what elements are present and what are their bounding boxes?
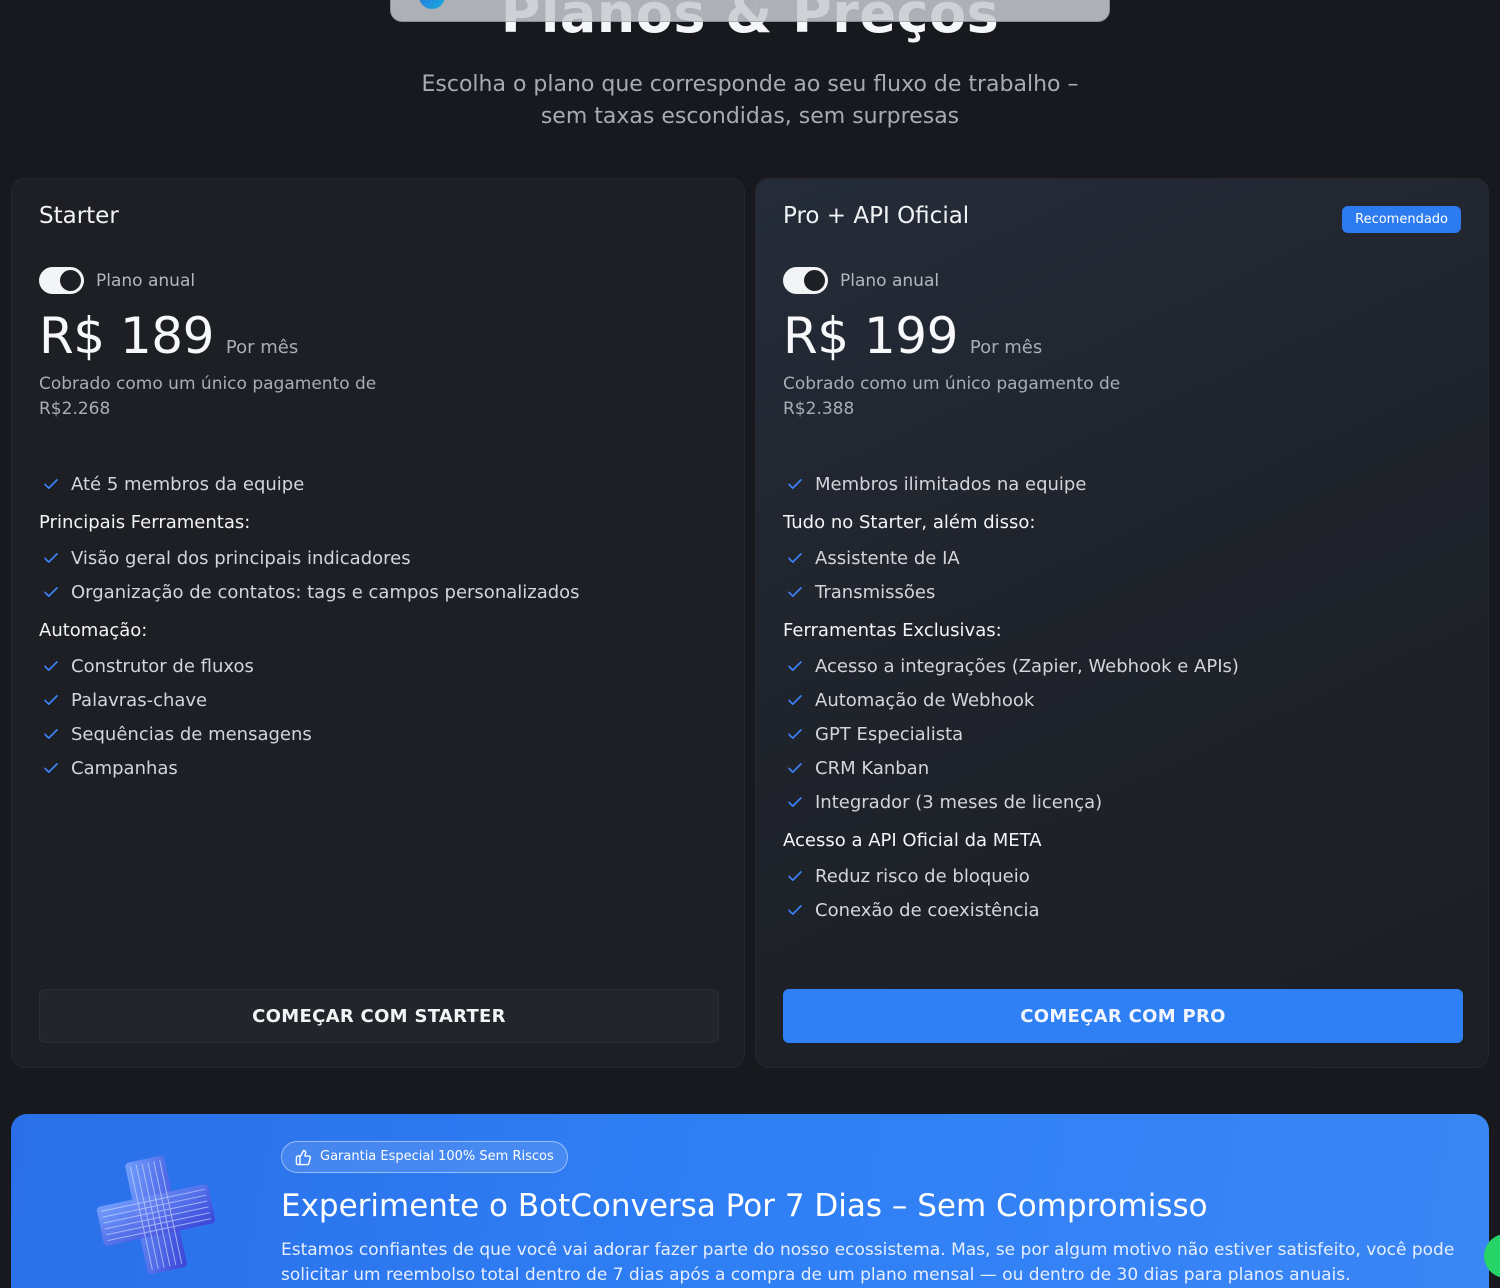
check-icon bbox=[44, 695, 58, 705]
feature-label: Reduz risco de bloqueio bbox=[815, 865, 1030, 887]
start-pro-button[interactable]: COMEÇAR COM PRO bbox=[783, 989, 1463, 1043]
check-icon bbox=[788, 905, 802, 915]
guarantee-banner: Garantia Especial 100% Sem Riscos Experi… bbox=[11, 1114, 1489, 1288]
feature-group-heading: Principais Ferramentas: bbox=[39, 511, 251, 533]
feature-label: Construtor de fluxos bbox=[71, 655, 254, 677]
feature-label: Sequências de mensagens bbox=[71, 723, 312, 745]
feature-label: Palavras-chave bbox=[71, 689, 208, 711]
price-period: Por mês bbox=[969, 337, 1043, 358]
price-row: R$ 199 Por mês bbox=[783, 307, 1042, 365]
feature-item: Construtor de fluxos bbox=[39, 649, 719, 683]
toggle-knob bbox=[804, 270, 825, 291]
feature-label: Até 5 membros da equipe bbox=[71, 473, 305, 495]
feature-label: CRM Kanban bbox=[815, 757, 930, 779]
feature-group-heading: Ferramentas Exclusivas: bbox=[783, 619, 1002, 641]
plan-price: R$ 189 bbox=[39, 307, 214, 365]
billing-note: Cobrado como um único pagamento de R$2.2… bbox=[39, 374, 377, 419]
check-icon bbox=[788, 871, 802, 881]
feature-item: Organização de contatos: tags e campos p… bbox=[39, 575, 719, 609]
cross-illustration-icon bbox=[96, 1155, 216, 1275]
check-icon bbox=[788, 661, 802, 671]
annual-toggle-row: Plano anual bbox=[783, 267, 939, 294]
toggle-label: Plano anual bbox=[96, 270, 196, 291]
feature-label: GPT Especialista bbox=[815, 723, 964, 745]
feature-item: CRM Kanban bbox=[783, 751, 1463, 785]
check-icon bbox=[44, 661, 58, 671]
check-icon bbox=[788, 479, 802, 489]
check-icon bbox=[788, 695, 802, 705]
feature-label: Conexão de coexistência bbox=[815, 899, 1040, 921]
pricing-page: Planos & Preços Escolha o plano que corr… bbox=[0, 0, 1500, 1288]
check-icon bbox=[788, 763, 802, 773]
feature-item: Palavras-chave bbox=[39, 683, 719, 717]
check-icon bbox=[44, 553, 58, 563]
billing-note: Cobrado como um único pagamento de R$2.3… bbox=[783, 374, 1121, 419]
feature-label: Campanhas bbox=[71, 757, 178, 779]
feature-label: Automação de Webhook bbox=[815, 689, 1035, 711]
feature-label: Integrador (3 meses de licença) bbox=[815, 791, 1103, 813]
feature-label: Assistente de IA bbox=[815, 547, 960, 569]
feature-group-heading: Automação: bbox=[39, 619, 148, 641]
feature-item: Campanhas bbox=[39, 751, 719, 785]
feature-label: Transmissões bbox=[815, 581, 936, 603]
toggle-knob bbox=[60, 270, 81, 291]
feature-list: Até 5 membros da equipe Principais Ferram… bbox=[39, 467, 719, 785]
feature-item: Assistente de IA bbox=[783, 541, 1463, 575]
feature-item: Visão geral dos principais indicadores bbox=[39, 541, 719, 575]
annual-plan-toggle[interactable] bbox=[783, 267, 828, 294]
thumbs-up-icon bbox=[295, 1149, 312, 1166]
plan-name: Starter bbox=[39, 203, 119, 229]
price-period: Por mês bbox=[225, 337, 299, 358]
feature-label: Organização de contatos: tags e campos p… bbox=[71, 581, 580, 603]
start-starter-button[interactable]: COMEÇAR COM STARTER bbox=[39, 989, 719, 1043]
check-icon bbox=[788, 587, 802, 597]
feature-item: Automação de Webhook bbox=[783, 683, 1463, 717]
feature-item: Sequências de mensagens bbox=[39, 717, 719, 751]
feature-item: Membros ilimitados na equipe bbox=[783, 467, 1463, 501]
plan-name: Pro + API Oficial bbox=[783, 203, 970, 229]
price-row: R$ 189 Por mês bbox=[39, 307, 298, 365]
check-icon bbox=[788, 553, 802, 563]
check-icon bbox=[44, 479, 58, 489]
feature-item: Acesso a integrações (Zapier, Webhook e … bbox=[783, 649, 1463, 683]
feature-label: Membros ilimitados na equipe bbox=[815, 473, 1087, 495]
plan-card-pro: Pro + API Oficial Recomendado Plano anua… bbox=[755, 178, 1489, 1068]
feature-item: Reduz risco de bloqueio bbox=[783, 859, 1463, 893]
feature-label: Visão geral dos principais indicadores bbox=[71, 547, 411, 569]
floating-navbar[interactable] bbox=[390, 0, 1110, 22]
feature-item: Conexão de coexistência bbox=[783, 893, 1463, 927]
feature-item: Até 5 membros da equipe bbox=[39, 467, 719, 501]
check-icon bbox=[44, 763, 58, 773]
check-icon bbox=[788, 797, 802, 807]
recommended-badge: Recomendado bbox=[1342, 206, 1461, 233]
feature-list: Membros ilimitados na equipe Tudo no Star… bbox=[783, 467, 1463, 927]
feature-item: GPT Especialista bbox=[783, 717, 1463, 751]
plan-card-starter: Starter Plano anual R$ 189 Por mês Cobra… bbox=[11, 178, 745, 1068]
guarantee-title: Experimente o BotConversa Por 7 Dias – S… bbox=[281, 1188, 1208, 1224]
check-icon bbox=[44, 729, 58, 739]
annual-toggle-row: Plano anual bbox=[39, 267, 195, 294]
guarantee-text: Estamos confiantes de que você vai adora… bbox=[281, 1240, 1455, 1285]
check-icon bbox=[44, 587, 58, 597]
feature-item: Transmissões bbox=[783, 575, 1463, 609]
guarantee-pill-label: Garantia Especial 100% Sem Riscos bbox=[320, 1149, 554, 1164]
guarantee-pill: Garantia Especial 100% Sem Riscos bbox=[281, 1141, 568, 1173]
plan-price: R$ 199 bbox=[783, 307, 958, 365]
feature-item: Integrador (3 meses de licença) bbox=[783, 785, 1463, 819]
feature-group-heading: Acesso a API Oficial da META bbox=[783, 829, 1042, 851]
feature-label: Acesso a integrações (Zapier, Webhook e … bbox=[815, 655, 1239, 677]
feature-group-heading: Tudo no Starter, além disso: bbox=[783, 511, 1036, 533]
toggle-label: Plano anual bbox=[840, 270, 940, 291]
check-icon bbox=[788, 729, 802, 739]
page-subtitle: Escolha o plano que corresponde ao seu f… bbox=[421, 72, 1079, 129]
annual-plan-toggle[interactable] bbox=[39, 267, 84, 294]
app-logo-icon bbox=[419, 0, 445, 9]
